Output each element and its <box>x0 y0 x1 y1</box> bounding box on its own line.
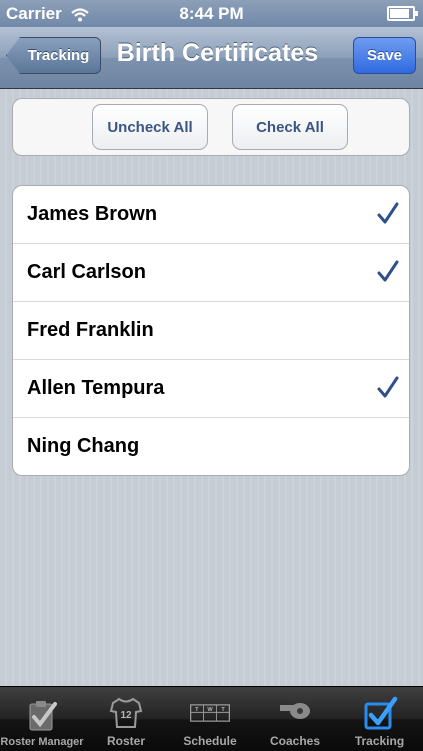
person-name: Allen Tempura <box>27 377 165 399</box>
people-list: James Brown Carl Carlson Fred Franklin A… <box>12 185 410 476</box>
tab-roster-manager[interactable]: Roster Manager <box>0 687 84 751</box>
clipboard-check-icon <box>29 701 57 731</box>
tab-roster[interactable]: 12 Roster <box>84 687 168 751</box>
tab-tracking[interactable]: Tracking <box>339 687 420 751</box>
navigation-bar: Tracking Birth Certificates Save <box>0 27 423 89</box>
jersey-number: 12 <box>120 710 132 721</box>
list-item[interactable]: James Brown <box>13 186 409 244</box>
checkmark-icon <box>377 202 399 224</box>
tab-label: Coaches <box>269 734 321 748</box>
jersey-icon: 12 <box>109 697 143 728</box>
page-title: Birth Certificates <box>116 39 319 67</box>
tab-label: Tracking <box>354 734 405 748</box>
tab-bar: Roster Manager 12 Roster T W T Schedule <box>0 686 423 751</box>
check-all-button[interactable]: Check All <box>232 104 348 150</box>
status-bar: Carrier 8:44 PM <box>0 0 423 27</box>
tab-label: Roster Manager <box>0 736 84 748</box>
checkbox-icon <box>364 696 397 730</box>
save-button[interactable]: Save <box>353 37 416 74</box>
checkmark-icon <box>377 260 399 282</box>
person-name: Ning Chang <box>27 435 140 457</box>
back-button[interactable]: Tracking <box>6 37 101 74</box>
person-name: James Brown <box>27 203 158 225</box>
calendar-day-label: T <box>195 707 199 713</box>
tab-schedule[interactable]: T W T Schedule <box>168 687 252 751</box>
calendar-day-label: W <box>207 707 213 713</box>
list-item[interactable]: Ning Chang <box>13 418 409 475</box>
battery-icon <box>387 6 418 21</box>
whistle-icon <box>280 703 310 719</box>
uncheck-all-button[interactable]: Uncheck All <box>92 104 208 150</box>
calendar-icon: T W T <box>190 704 230 722</box>
person-name: Carl Carlson <box>27 261 146 283</box>
clock: 8:44 PM <box>179 4 244 23</box>
tab-label: Roster <box>106 734 145 748</box>
checkmark-icon <box>377 376 399 398</box>
list-item[interactable]: Allen Tempura <box>13 360 409 418</box>
person-name: Fred Franklin <box>27 319 154 341</box>
tab-coaches[interactable]: Coaches <box>253 687 337 751</box>
tab-label: Schedule <box>183 734 237 748</box>
calendar-day-label: T <box>221 707 225 713</box>
list-item[interactable]: Fred Franklin <box>13 302 409 360</box>
bulk-actions-panel: Uncheck All Check All <box>12 98 410 156</box>
list-item[interactable]: Carl Carlson <box>13 244 409 302</box>
